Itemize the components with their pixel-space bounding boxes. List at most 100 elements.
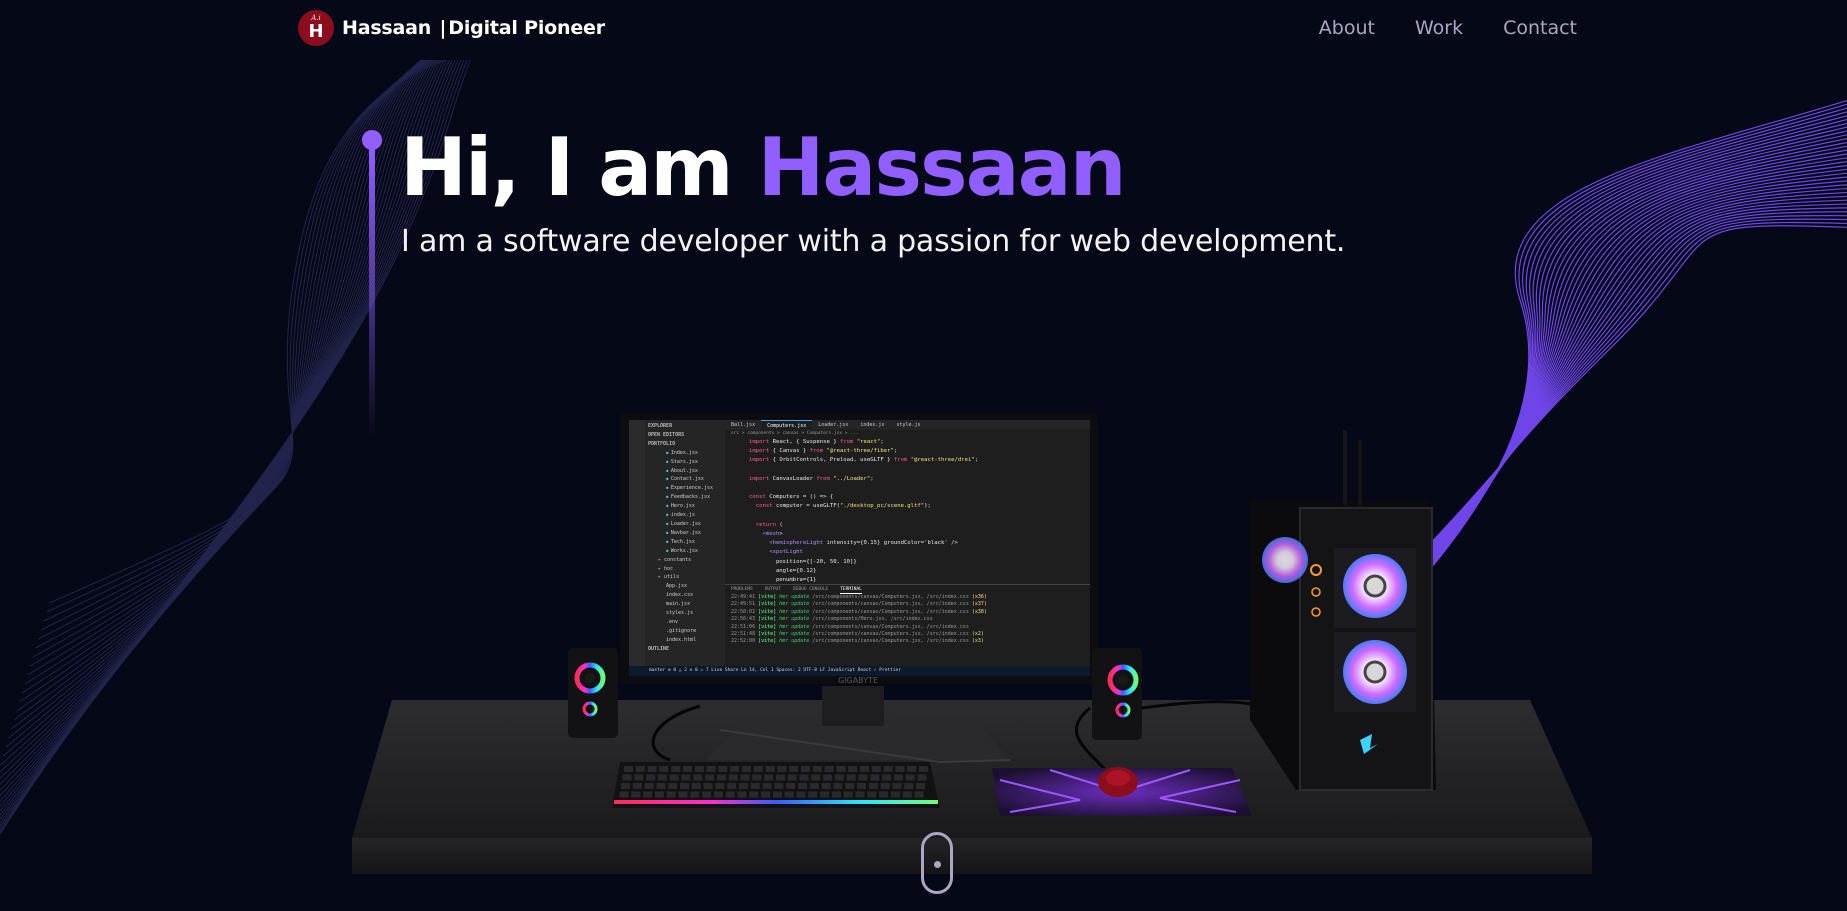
panel-tab: TERMINAL [840,587,862,594]
mouse-scroll-icon[interactable] [921,832,953,894]
keyboard-key [728,774,738,781]
terminal-line: 22:51:06 [vite] hmr update /src/componen… [731,623,972,630]
keyboard-key [914,791,924,798]
navbar: A.i H Hassaan | Digital Pioneer About Wor… [0,0,1847,60]
keyboard-key [892,783,902,789]
keyboard-key [715,783,725,789]
keyboard-key [833,783,843,789]
keyboard-key [786,783,796,789]
terminal-line: 22:51:48 [vite] hmr update /src/componen… [731,631,984,638]
keyboard-key [823,774,833,781]
keyboard-key [774,783,784,789]
explorer-folder: constants [648,556,722,565]
pc-tower [1250,430,1436,791]
keyboard-key [834,774,844,781]
keyboard-key [811,774,821,781]
keyboard-key [870,774,880,781]
keyboard-key [730,766,740,772]
keyboard-key [784,791,794,798]
keyboard-key [631,791,641,798]
nav-link-work[interactable]: Work [1415,17,1463,39]
explorer-file: Contact.jsx [648,475,722,484]
keyboard-key [801,766,810,772]
project-header: PORTFOLIO [648,440,676,447]
brand-separator: | [439,17,447,39]
keyboard-key [737,791,747,798]
keyboard-key [836,766,846,772]
explorer-file: Loader.jsx [648,520,722,529]
keyboard-key [879,791,889,798]
explorer-file: index.html [666,636,697,643]
keyboard-key [858,774,868,781]
code-line: const computer = useGLTF("./desktop_pc/s… [755,503,931,510]
keyboard-key [812,766,822,772]
code-line: <spotLight [769,549,803,556]
keyboard-key [725,791,735,798]
keyboard-key [624,766,633,772]
keyboard-key [681,774,691,781]
keyboard-key [883,766,893,772]
keyboard-key [635,766,645,772]
keyboard-key [821,783,831,789]
code-line: <hemisphereLight intensity={0.15} ground… [769,540,958,547]
keyboard-key [905,774,915,781]
nav-link-contact[interactable]: Contact [1503,17,1577,39]
terminal-output: 22:49:41 [vite] hmr update /src/componen… [725,594,1090,646]
keyboard-key [919,766,928,772]
open-editors-header: OPEN EDITORS [648,431,685,438]
keyboard-key [691,783,701,789]
file-list: Index.jsxStars.jsxAbout.jsxContact.jsxEx… [648,449,722,645]
keyboard-key [775,774,785,781]
explorer-file: About.jsx [648,467,722,476]
left-speaker [568,648,618,738]
keyboard-key [764,774,774,781]
scroll-indicator-dot [934,861,941,868]
explorer-file: Tech.jsx [648,538,722,547]
keyboard-key [671,766,681,772]
keyboard-key [855,791,865,798]
nav-links: About Work Contact [1319,17,1577,39]
rgb-keyboard [612,762,940,808]
keyboard-key [882,774,892,781]
brand-home-link[interactable]: A.i H Hassaan | Digital Pioneer [298,10,605,46]
keyboard-key [796,791,806,798]
explorer-file: Works.jsx [648,547,722,556]
editor-tab: Ball.jsx [731,422,756,428]
keyboard-key [808,791,818,798]
keyboard-key [880,783,890,789]
keyboard-key [846,774,856,781]
keyboard-key [659,766,669,772]
keyboard-key [820,791,830,798]
panel-tab: PROBLEMS [731,587,753,592]
explorer-header: EXPLORER [648,423,673,429]
editor-tabs: Ball.jsx Computers.jsx Loader.jsx index.js s… [725,420,1090,430]
keyboard-key [621,783,630,789]
keyboard-key [643,791,653,798]
keyboard-key [646,774,656,781]
terminal-line: 22:52:00 [vite] hmr update /src/componen… [731,638,984,645]
keyboard-key [895,766,905,772]
brand-text: Hassaan | Digital Pioneer [342,17,605,39]
keyboard-key [907,766,917,772]
keyboard-key [654,791,664,798]
file-explorer: EXPLORER OPEN EDITORS PORTFOLIO Index.js… [645,420,725,666]
editor-tab: Computers.jsx [761,420,813,430]
keyboard-key [690,791,700,798]
nav-link-about[interactable]: About [1319,17,1375,39]
keyboard-key [867,791,877,798]
keyboard-key [739,783,748,789]
code-line: import { OrbitControls, Preload, useGLTF… [749,457,979,464]
editor-breadcrumb: src > components > canvas > Computers.js… [731,431,859,436]
keyboard-key [706,766,716,772]
explorer-file: Stars.jsx [648,458,722,467]
keyboard-key [619,791,629,798]
keyboard-key [762,783,772,789]
keyboard-key [843,791,853,798]
keyboard-key [845,783,855,789]
editor-tab: index.js [860,422,885,428]
right-speaker [1092,648,1142,740]
explorer-file: Navbar.jsx [648,529,722,538]
keyboard-key [772,791,782,798]
editor-activity-bar [629,420,645,676]
keyboard-key [647,766,657,772]
